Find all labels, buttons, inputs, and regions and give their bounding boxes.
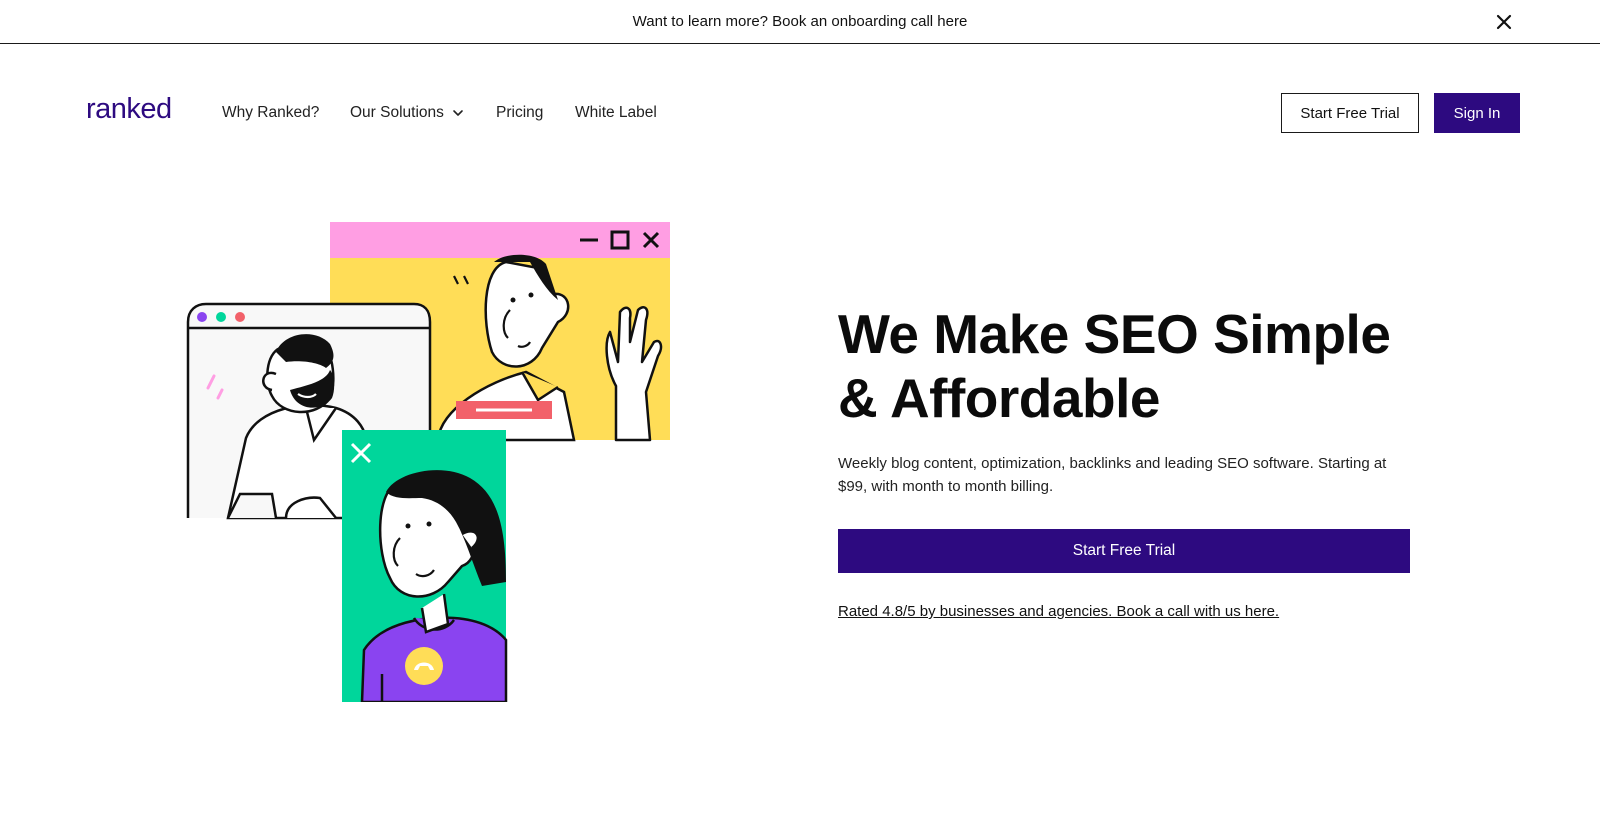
hero-subtitle: Weekly blog content, optimization, backl… (838, 455, 1387, 495)
announcement-link[interactable]: Want to learn more? Book an onboarding c… (633, 13, 968, 30)
logo-text: ranked (86, 93, 172, 125)
green-window (342, 430, 508, 702)
announcement-bar: Want to learn more? Book an onboarding c… (0, 0, 1600, 44)
ranked-logo[interactable]: ranked (86, 88, 182, 128)
close-icon[interactable] (1494, 12, 1514, 32)
hero-title-line1: We Make SEO Simple (838, 303, 1391, 365)
nav-our-solutions-label: Our Solutions (350, 104, 444, 121)
start-free-trial-header-button[interactable]: Start Free Trial (1281, 93, 1419, 133)
hero-title: We Make SEO Simple & Affordable (838, 302, 1438, 430)
start-free-trial-hero-button[interactable]: Start Free Trial (838, 529, 1410, 573)
nav-why-ranked[interactable]: Why Ranked? (222, 100, 319, 126)
rated-book-call-link[interactable]: Rated 4.8/5 by businesses and agencies. … (838, 603, 1279, 620)
video-call-illustration (186, 222, 670, 702)
sign-in-button[interactable]: Sign In (1434, 93, 1520, 133)
chevron-down-icon (453, 110, 463, 116)
nav-our-solutions[interactable]: Our Solutions (350, 100, 464, 126)
nav-pricing[interactable]: Pricing (496, 100, 543, 126)
nav-white-label[interactable]: White Label (575, 100, 657, 126)
hero-title-line2: & Affordable (838, 367, 1160, 429)
